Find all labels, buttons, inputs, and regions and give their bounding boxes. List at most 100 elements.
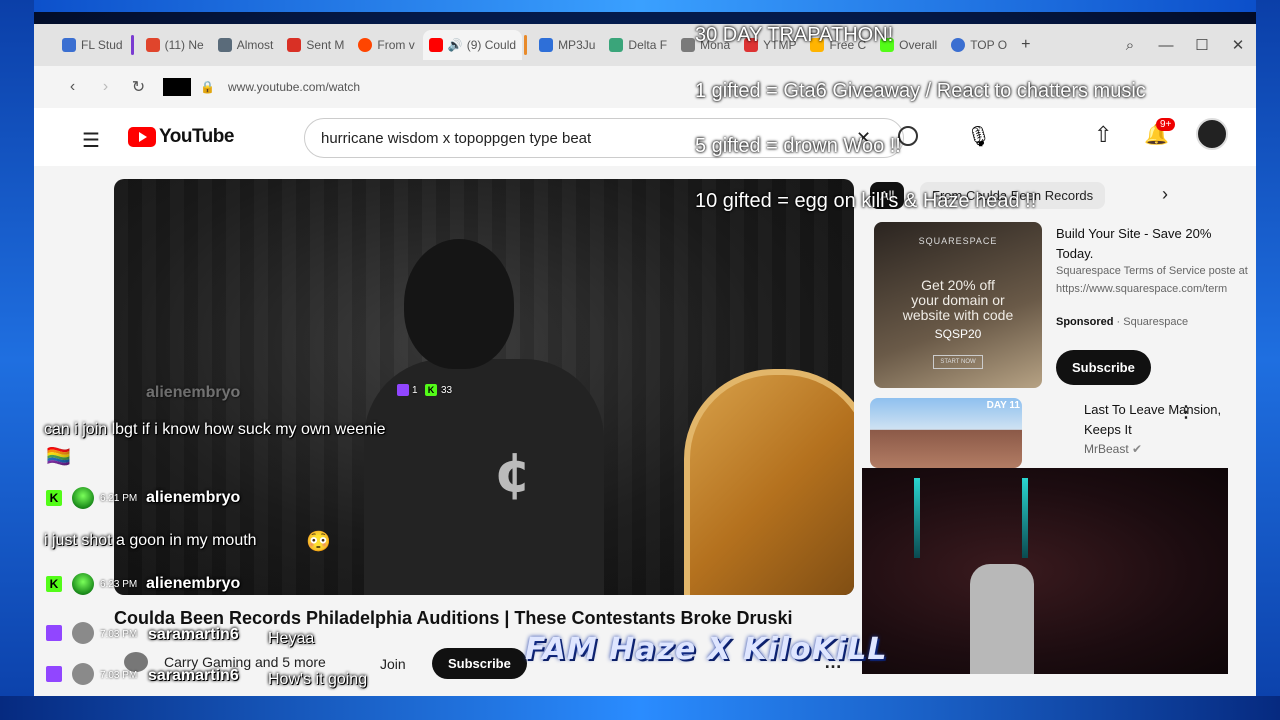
led-strip	[1022, 478, 1028, 558]
tab-label: Almost	[236, 38, 274, 52]
rainbow-flag-icon: 🏳️‍🌈	[46, 446, 71, 468]
chat-time: 6:23 PM	[100, 579, 138, 590]
tab-top[interactable]: TOP O	[945, 30, 1013, 60]
generic-site-icon	[681, 38, 696, 52]
chat-message: How's it going	[268, 671, 368, 688]
rec-day-tag: DAY 11	[986, 400, 1020, 411]
tab-label: From v	[377, 38, 415, 52]
sponsored-label: Sponsored	[1056, 316, 1114, 328]
ad-start-now: START NOW	[933, 355, 983, 369]
tab-news[interactable]: (11) Ne	[140, 30, 210, 60]
url-field[interactable]: www.youtube.com/watch	[228, 80, 360, 94]
user-avatar	[72, 663, 94, 685]
kick-icon: K	[425, 384, 437, 396]
close-icon[interactable]: ✕	[1220, 36, 1256, 54]
tab-label: Overall	[899, 38, 938, 52]
tab-almost[interactable]: Almost	[212, 30, 280, 60]
stream-frame-left	[0, 0, 34, 720]
tab-mp3juice[interactable]: MP3Ju	[533, 30, 601, 60]
ad-subscribe-button[interactable]: Subscribe	[1056, 350, 1151, 385]
video-person	[364, 239, 604, 595]
chat-username: saramartin6	[148, 626, 239, 643]
speaker-icon: 🔊	[447, 38, 463, 52]
tab-label: TOP O	[970, 38, 1008, 52]
ad-title[interactable]: Build Your Site - Save 20% Today.	[1056, 224, 1236, 264]
new-tab-button[interactable]: +	[1015, 30, 1036, 60]
tab-label: MP3Ju	[558, 38, 596, 52]
youtube-wordmark: YouTube	[159, 126, 234, 147]
chat-time: 7:03 PM	[100, 670, 138, 681]
ad-code: SQSP20	[934, 327, 982, 341]
download-icon	[539, 38, 554, 52]
chat-username: saramartin6	[148, 667, 239, 684]
avatar[interactable]	[1196, 118, 1228, 150]
ad-sponsored: Sponsored · Squarespace	[1056, 316, 1189, 328]
rec-thumbnail[interactable]: DAY 11	[870, 398, 1022, 468]
chat-message: can i join lbgt if i know how suck my ow…	[44, 421, 386, 438]
back-icon[interactable]: ‹	[56, 78, 89, 96]
maximize-icon[interactable]: ☐	[1184, 36, 1220, 54]
lock-icon: 🔒	[200, 80, 215, 94]
youtube-header: ☰ YouTube hurricane wisdom x topoppgen t…	[34, 108, 1256, 166]
chat-time: 6:21 PM	[100, 493, 138, 504]
mic-icon[interactable]: 🎙	[966, 124, 991, 149]
chat-username: alienembryo	[146, 575, 241, 592]
tab-label: Delta F	[628, 38, 668, 52]
search-icon[interactable]	[898, 126, 918, 146]
youtube-logo[interactable]: YouTube	[128, 126, 234, 148]
tab-youtube-active[interactable]: 🔊 (9) Could	[422, 30, 523, 60]
gold-chair	[684, 369, 854, 595]
minimize-icon[interactable]: —	[1148, 37, 1184, 54]
tab-reddit[interactable]: From v	[352, 30, 420, 60]
tab-gmail[interactable]: Sent M	[281, 30, 350, 60]
forward-icon[interactable]: ›	[89, 78, 122, 96]
ad-line: Get 20% off	[921, 277, 995, 293]
ad-description: Squarespace Terms of Service poste at ht…	[1056, 265, 1248, 295]
reload-icon[interactable]: ↻	[122, 77, 155, 97]
rec-title[interactable]: Last To Leave Mansion, Keeps It	[1084, 400, 1234, 440]
stream-frame-right	[1256, 0, 1280, 720]
overlay-goal-10: 10 gifted = egg on kill's & Haze head !!	[695, 190, 1037, 212]
overlay-goal-1: 1 gifted = Gta6 Giveaway / React to chat…	[695, 80, 1146, 102]
youtube-play-icon	[128, 127, 156, 147]
rec-menu-icon[interactable]: ⋮	[1178, 402, 1194, 422]
webcam-overlay	[862, 468, 1228, 674]
tab-label: (11) Ne	[164, 38, 204, 52]
stream-frame-top	[0, 0, 1280, 12]
menu-icon[interactable]: ☰	[82, 128, 100, 153]
tab-fl-studio[interactable]: FL Stud	[56, 30, 129, 60]
chat-time: 7:03 PM	[100, 629, 138, 640]
rec-channel: MrBeast ✔	[1084, 442, 1142, 456]
webcam-chair	[970, 564, 1034, 674]
shirt-logo: ¢	[494, 441, 532, 504]
search-tabs-icon[interactable]: ⌕	[1112, 37, 1148, 54]
subscribe-button[interactable]: Subscribe	[432, 648, 527, 679]
kick-icon: K	[46, 490, 62, 506]
fl-studio-icon	[62, 38, 76, 52]
r-icon	[951, 38, 966, 52]
upload-icon[interactable]: ⇧	[1094, 122, 1112, 148]
overlay-title: 30 DAY TRAPATHON!	[695, 24, 894, 46]
tab-bar: FL Stud (11) Ne Almost Sent M From v 🔊 (9…	[34, 24, 1256, 66]
twitch-icon	[46, 625, 62, 641]
news-icon	[145, 38, 160, 52]
twitch-icon	[46, 666, 62, 682]
alien-avatar	[72, 487, 94, 509]
join-button[interactable]: Join	[380, 656, 406, 672]
ad-thumbnail[interactable]: SQUARESPACE Get 20% off your domain or w…	[874, 222, 1042, 388]
flushed-emoji-icon: 😳	[306, 531, 331, 553]
chat-username: alienembryo	[146, 384, 241, 401]
overlay-goal-5: 5 gifted = drown Woo !!	[695, 135, 901, 157]
ad-brand: SQUARESPACE	[918, 236, 998, 246]
gmail-icon	[287, 38, 302, 52]
delta-icon	[609, 38, 624, 52]
tab-delta[interactable]: Delta F	[603, 30, 673, 60]
ad-line: website with code	[902, 307, 1014, 323]
notification-badge: 9+	[1156, 118, 1176, 131]
verified-icon: ✔	[1132, 442, 1143, 456]
user-avatar	[72, 622, 94, 644]
chevron-right-icon[interactable]: ›	[1162, 184, 1168, 205]
redacted-box	[163, 78, 191, 96]
twitch-icon	[397, 384, 409, 396]
fam-haze-logo: FAM Haze X KiloKiLL	[525, 632, 888, 667]
